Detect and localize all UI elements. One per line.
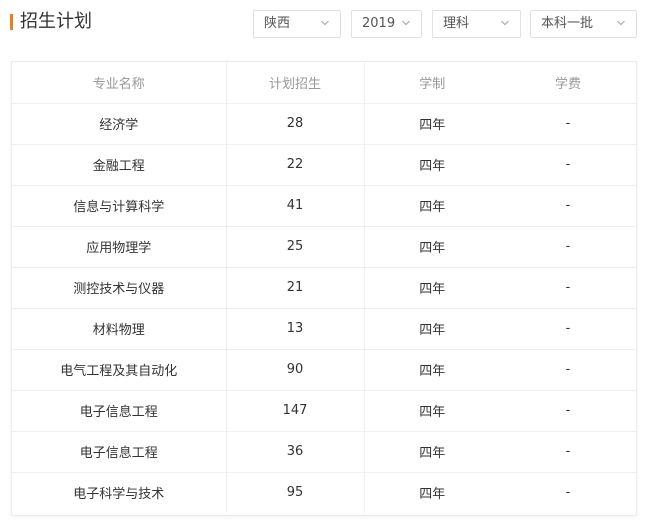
plan-cell: 22 [226, 144, 365, 186]
province-select[interactable]: 陕西 [253, 10, 341, 38]
duration-cell: 四年 [364, 349, 500, 391]
column-header-plan: 计划招生 [226, 62, 365, 104]
fee-cell: - [500, 390, 636, 432]
fee-cell: - [500, 349, 636, 391]
plan-cell: 28 [226, 103, 365, 145]
plan-cell: 95 [226, 472, 365, 513]
page-title: 招生计划 [20, 11, 92, 32]
duration-cell: 四年 [364, 144, 500, 186]
fee-cell: - [500, 185, 636, 227]
batch-select-value: 本科一批 [541, 16, 594, 31]
major-cell: 材料物理 [12, 308, 227, 350]
table-row: 信息与计算科学 41 四年 - [12, 185, 636, 227]
year-select-value: 2019 [362, 16, 396, 31]
duration-cell: 四年 [364, 103, 500, 145]
subject-select[interactable]: 理科 [432, 10, 521, 38]
fee-cell: - [565, 485, 571, 501]
plan-cell: 21 [226, 267, 365, 309]
fee-cell: - [500, 226, 636, 268]
table-header-row: 专业名称 计划招生 学制 学费 [12, 62, 636, 104]
plan-cell: 25 [226, 226, 365, 268]
title-accent-bar [10, 14, 13, 30]
table-row: 测控技术与仪器 21 四年 - [12, 267, 636, 309]
section-header: 招生计划 陕西 2019 理科 本科一批 [0, 0, 648, 44]
duration-cell: 四年 [419, 487, 446, 503]
year-select[interactable]: 2019 [351, 10, 422, 38]
enrollment-plan-table: 专业名称 计划招生 学制 学费 经济学 28 四年 - 金融工程 22 四年 - 信息与计算科学… [11, 61, 637, 516]
fee-cell: - [500, 144, 636, 186]
major-cell: 信息与计算科学 [12, 185, 227, 227]
major-cell: 应用物理学 [12, 226, 227, 268]
table-row: 电子信息工程 36 四年 - [12, 431, 636, 473]
table-row: 电子科学与技术 95 四年 - [12, 472, 636, 513]
duration-cell: 四年 [364, 431, 500, 473]
fee-cell: - [500, 267, 636, 309]
chevron-down-icon [321, 20, 329, 26]
chevron-down-icon [501, 20, 509, 26]
major-cell: 电子信息工程 [12, 390, 227, 432]
fee-cell: - [500, 431, 636, 473]
table-row: 材料物理 13 四年 - [12, 308, 636, 350]
plan-cell: 41 [226, 185, 365, 227]
column-header-fee: 学费 [500, 62, 636, 104]
duration-cell: 四年 [364, 308, 500, 350]
plan-cell: 147 [226, 390, 365, 432]
table-row: 电子信息工程 147 四年 - [12, 390, 636, 432]
province-select-value: 陕西 [264, 16, 291, 31]
chevron-down-icon [617, 20, 625, 26]
plan-cell: 36 [226, 431, 365, 473]
table-row: 应用物理学 25 四年 - [12, 226, 636, 268]
chevron-down-icon [402, 20, 410, 26]
duration-cell: 四年 [364, 185, 500, 227]
major-cell: 电子信息工程 [12, 431, 227, 473]
batch-select[interactable]: 本科一批 [530, 10, 637, 38]
plan-table: 专业名称 计划招生 学制 学费 经济学 28 四年 - 金融工程 22 四年 - 信息与计算科学… [12, 62, 636, 513]
fee-cell: - [500, 308, 636, 350]
column-header-major: 专业名称 [12, 62, 227, 104]
subject-select-value: 理科 [443, 16, 470, 31]
duration-cell: 四年 [364, 390, 500, 432]
fee-cell: - [500, 103, 636, 145]
major-cell: 电气工程及其自动化 [12, 349, 227, 391]
table-row: 金融工程 22 四年 - [12, 144, 636, 186]
plan-cell: 13 [226, 308, 365, 350]
table-body: 经济学 28 四年 - 金融工程 22 四年 - 信息与计算科学 41 四年 - 应用物理学 25 四年 - 测… [12, 103, 636, 513]
major-cell: 经济学 [12, 103, 227, 145]
major-cell: 测控技术与仪器 [12, 267, 227, 309]
duration-cell: 四年 [364, 267, 500, 309]
column-header-duration: 学制 [364, 62, 500, 104]
major-cell: 金融工程 [12, 144, 227, 186]
table-row: 经济学 28 四年 - [12, 103, 636, 145]
duration-cell: 四年 [364, 226, 500, 268]
plan-cell: 90 [226, 349, 365, 391]
major-cell: 电子科学与技术 [12, 472, 227, 513]
table-row: 电气工程及其自动化 90 四年 - [12, 349, 636, 391]
